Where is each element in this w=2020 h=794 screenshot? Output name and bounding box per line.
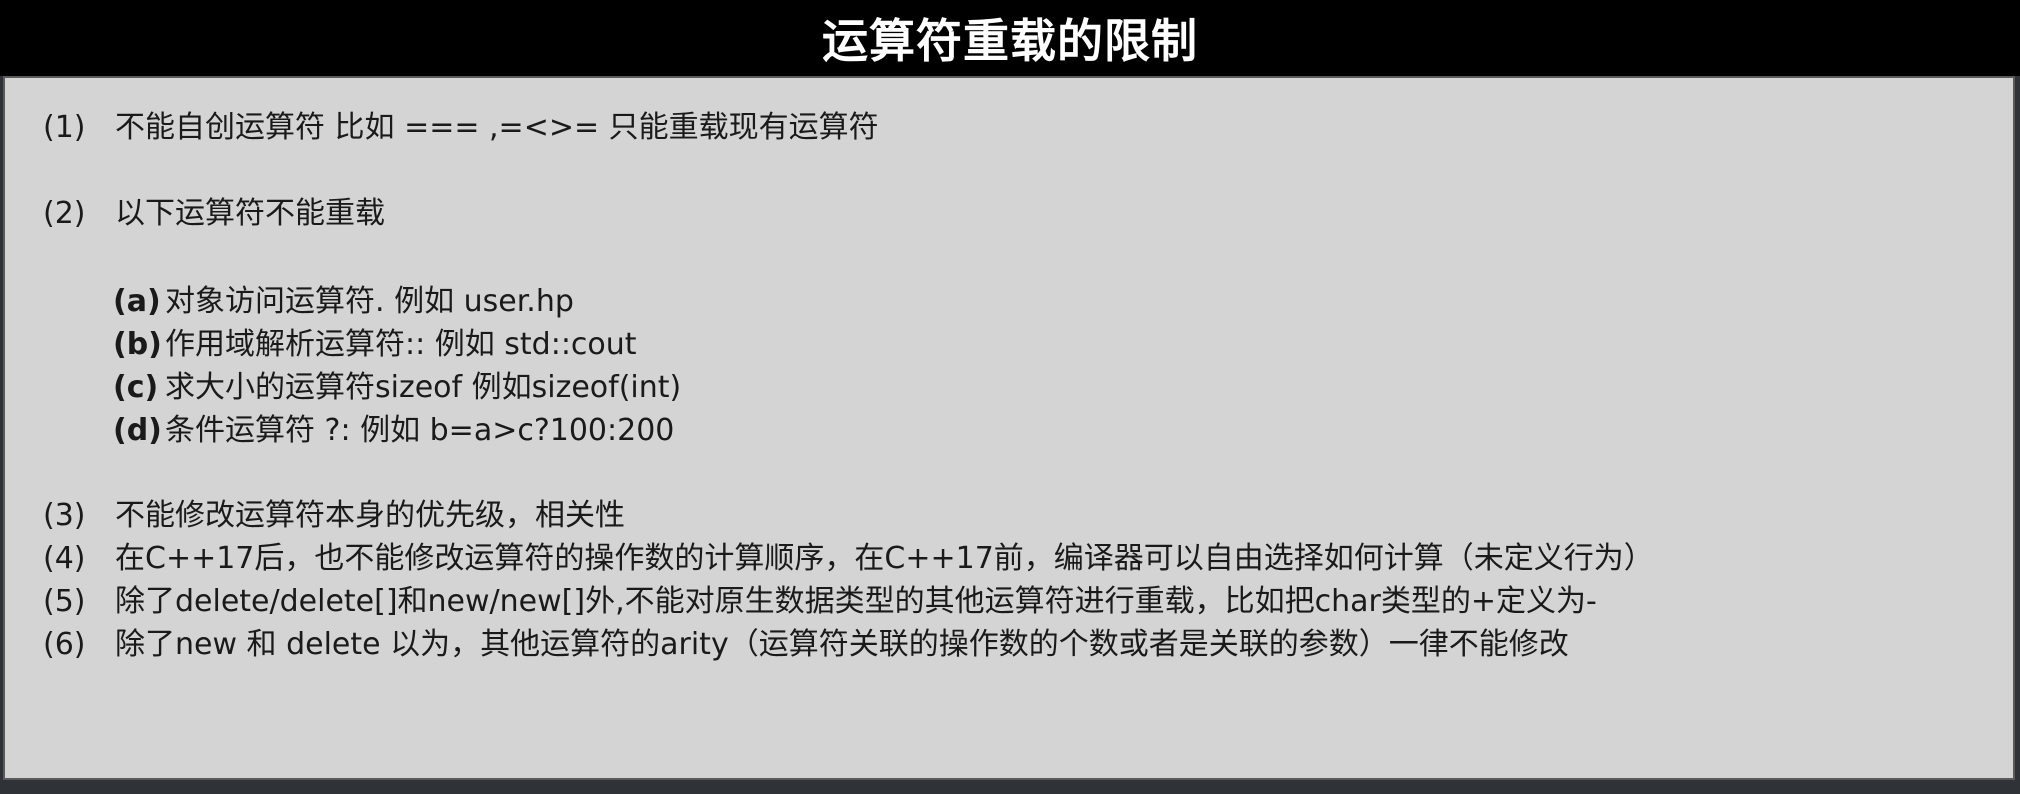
item-text: 以下运算符不能重载 [115, 196, 385, 231]
slide-title: 运算符重载的限制 [822, 14, 1198, 68]
item-number: (4) [43, 541, 86, 576]
item-number: (2) [43, 196, 86, 231]
list-item: (5) 除了delete/delete[]和new/new[]外,不能对原生数据类… [43, 576, 1597, 620]
subitem-letter: (b) [113, 327, 162, 362]
subitem-letter: (d) [113, 413, 162, 448]
list-item: (3) 不能修改运算符本身的优先级，相关性 [43, 490, 625, 534]
title-bar: 运算符重载的限制 [0, 0, 2020, 76]
subitem-letter: (c) [113, 370, 159, 405]
subitem-letter: (a) [113, 284, 161, 319]
item-text: 不能自创运算符 比如 === ,=<>= 只能重载现有运算符 [115, 110, 879, 145]
list-item: (4) 在C++17后，也不能修改运算符的操作数的计算顺序，在C++17前，编译器… [43, 533, 1654, 577]
item-text: 除了delete/delete[]和new/new[]外,不能对原生数据类型的其… [115, 584, 1597, 619]
item-number: (5) [43, 584, 86, 619]
subitem-text: 作用域解析运算符:: 例如 std::cout [165, 327, 637, 362]
content-panel: (1) 不能自创运算符 比如 === ,=<>= 只能重载现有运算符 (2) 以下运… [3, 76, 2015, 780]
sub-list-item: (c) 求大小的运算符sizeof 例如sizeof(int) [113, 362, 681, 406]
item-text: 不能修改运算符本身的优先级，相关性 [115, 498, 625, 533]
item-text: 在C++17后，也不能修改运算符的操作数的计算顺序，在C++17前，编译器可以自… [115, 541, 1654, 576]
list-item: (6) 除了new 和 delete 以为，其他运算符的arity（运算符关联的操… [43, 619, 1569, 663]
subitem-text: 条件运算符 ?: 例如 b=a>c?100:200 [165, 413, 675, 448]
bottom-strip [0, 780, 2020, 794]
slide: 运算符重载的限制 (1) 不能自创运算符 比如 === ,=<>= 只能重载现有运… [0, 0, 2020, 794]
item-number: (6) [43, 627, 86, 662]
subitem-text: 求大小的运算符sizeof 例如sizeof(int) [165, 370, 682, 405]
list-item: (1) 不能自创运算符 比如 === ,=<>= 只能重载现有运算符 [43, 102, 879, 146]
item-text: 除了new 和 delete 以为，其他运算符的arity（运算符关联的操作数的… [115, 627, 1569, 662]
sub-list-item: (a) 对象访问运算符. 例如 user.hp [113, 276, 574, 320]
item-number: (3) [43, 498, 86, 533]
sub-list-item: (b) 作用域解析运算符:: 例如 std::cout [113, 319, 637, 363]
subitem-text: 对象访问运算符. 例如 user.hp [165, 284, 574, 319]
item-number: (1) [43, 110, 86, 145]
sub-list-item: (d) 条件运算符 ?: 例如 b=a>c?100:200 [113, 405, 674, 449]
list-item: (2) 以下运算符不能重载 [43, 188, 385, 232]
